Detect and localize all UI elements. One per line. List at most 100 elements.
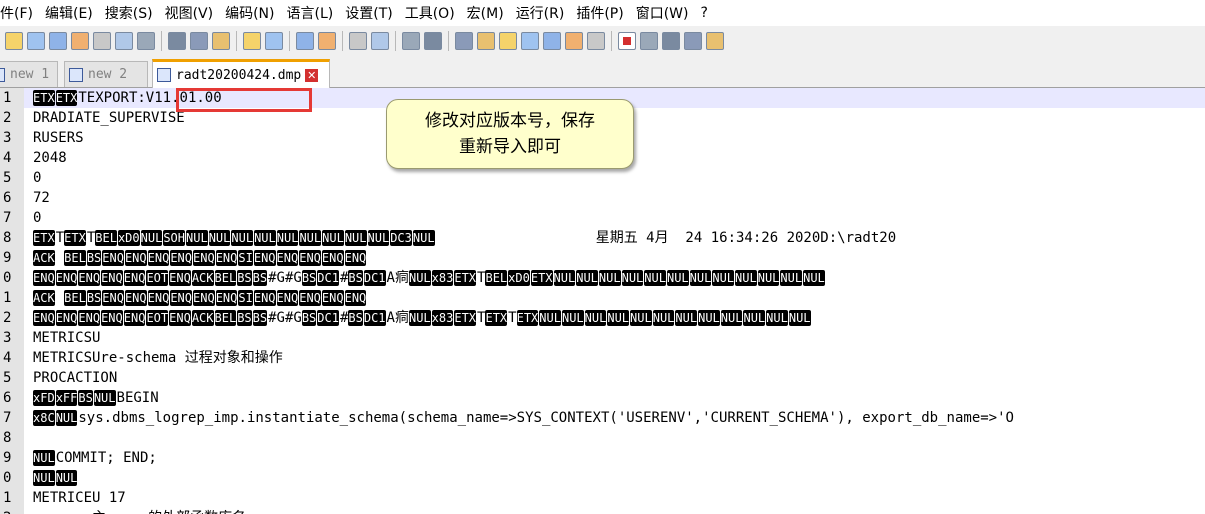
line-number: 4	[0, 148, 24, 168]
control-char-badge: ACK	[33, 290, 55, 306]
undo-icon[interactable]	[243, 32, 261, 50]
line-text: ACK BELBSENQENQENQENQENQENQSIENQENQENQEN…	[33, 288, 367, 308]
line-number: 2	[0, 108, 24, 128]
control-char-badge: NUL	[408, 270, 431, 286]
control-char-badge: NUL	[644, 270, 666, 286]
control-char-badge: ENQ	[78, 270, 101, 286]
editor-line[interactable]: 2 ENQENQENQENQENQEOTENQACKBELBSBS#G#GBSDC…	[0, 308, 1205, 328]
control-char-badge: ENQ	[193, 290, 215, 306]
line-number: 3	[0, 128, 24, 148]
text-segment: 2048	[33, 150, 67, 166]
editor-line[interactable]: 4 METRICSUre-schema 过程对象和操作	[0, 348, 1205, 368]
zoom-in-icon[interactable]	[349, 32, 367, 50]
print-icon[interactable]	[137, 32, 155, 50]
line-text: 2048	[33, 148, 67, 168]
document-map-icon[interactable]	[521, 32, 539, 50]
open-file-icon[interactable]	[27, 32, 45, 50]
control-char-badge: ETX	[454, 270, 477, 286]
indent-guide-icon[interactable]	[499, 32, 517, 50]
line-text: 0	[33, 208, 41, 228]
save-icon[interactable]	[49, 32, 67, 50]
sync-horizontal-icon[interactable]	[424, 32, 442, 50]
line-text: 主 的外部函数库名	[33, 508, 246, 514]
editor-line[interactable]: 6 72	[0, 188, 1205, 208]
menu-item[interactable]: 设置(T)	[339, 3, 398, 23]
new-file-icon[interactable]	[5, 32, 23, 50]
toolbar-separator	[395, 31, 396, 51]
folder-workspace-icon[interactable]	[565, 32, 583, 50]
word-wrap-icon[interactable]	[455, 32, 473, 50]
menu-item[interactable]: 运行(R)	[510, 3, 571, 23]
control-char-badge: ENQ	[299, 250, 321, 266]
editor-line[interactable]: 50	[0, 168, 1205, 188]
editor-line[interactable]: 5 PROCACTION	[0, 368, 1205, 388]
menu-item[interactable]: 语言(L)	[281, 3, 340, 23]
close-all-icon[interactable]	[115, 32, 133, 50]
run-macro-multiple-icon[interactable]	[684, 32, 702, 50]
save-all-icon[interactable]	[71, 32, 89, 50]
tab-bar: new 1 new 2 radt20200424.dmp ✕	[0, 56, 1205, 88]
control-char-badge: ACK	[191, 270, 214, 286]
text-segment: COMMIT; END;	[55, 450, 157, 466]
control-char-badge: NUL	[766, 310, 788, 326]
editor-line[interactable]: 2 主 的外部函数库名	[0, 508, 1205, 514]
control-char-badge: NUL	[412, 230, 435, 246]
control-char-badge: ETX	[516, 310, 539, 326]
menu-item[interactable]: 宏(M)	[461, 3, 510, 23]
tab-radt-dmp[interactable]: radt20200424.dmp ✕	[152, 59, 330, 88]
cut-icon[interactable]	[168, 32, 186, 50]
replace-icon[interactable]	[318, 32, 336, 50]
editor-line[interactable]: 7 x8CNULsys.dbms_logrep_imp.instantiate_s…	[0, 408, 1205, 428]
editor-line[interactable]: 1 ACK BELBSENQENQENQENQENQENQSIENQENQENQE…	[0, 288, 1205, 308]
menu-item[interactable]: 窗口(W)	[630, 3, 695, 23]
control-char-badge: DC1	[363, 310, 386, 326]
tab-new-2[interactable]: new 2	[64, 61, 148, 87]
copy-icon[interactable]	[190, 32, 208, 50]
menu-item[interactable]: 视图(V)	[159, 3, 220, 23]
menu-item[interactable]: 编码(N)	[219, 3, 280, 23]
control-char-badge: x8C	[33, 410, 55, 426]
menu-item[interactable]: 搜索(S)	[99, 3, 159, 23]
editor-line[interactable]: 8	[0, 428, 1205, 448]
find-icon[interactable]	[296, 32, 314, 50]
menu-item[interactable]: 插件(P)	[570, 3, 629, 23]
control-char-badge: NUL	[561, 310, 584, 326]
menu-item[interactable]: 件(F)	[0, 3, 39, 23]
editor-line[interactable]: 3 METRICSU	[0, 328, 1205, 348]
record-macro-icon[interactable]	[618, 32, 636, 50]
menu-item[interactable]: 编辑(E)	[39, 3, 99, 23]
control-char-badge: xD0	[117, 230, 140, 246]
text-segment: #G#G	[268, 270, 302, 286]
function-list-icon[interactable]	[543, 32, 561, 50]
paste-icon[interactable]	[212, 32, 230, 50]
editor-line[interactable]: 8 ETXTETXTBELxD0NULSOHNULNULNULNULNULNULN…	[0, 228, 1205, 248]
line-number: 9	[0, 448, 24, 468]
menu-item[interactable]: 工具(O)	[399, 3, 461, 23]
sync-vertical-icon[interactable]	[402, 32, 420, 50]
save-macro-icon[interactable]	[706, 32, 724, 50]
control-char-badge: ETX	[485, 310, 508, 326]
close-tab-icon[interactable]: ✕	[305, 68, 319, 82]
editor-line[interactable]: 70	[0, 208, 1205, 228]
line-text: xFDxFFBSNULBEGIN	[33, 388, 159, 408]
editor-line[interactable]: 9 NULCOMMIT; END;	[0, 448, 1205, 468]
control-char-badge: EOT	[146, 310, 169, 326]
line-number: 6	[0, 388, 24, 408]
control-char-badge: BS	[348, 310, 363, 326]
control-char-badge: DC3	[390, 230, 412, 246]
editor-line[interactable]: 0 NULNUL	[0, 468, 1205, 488]
editor-line[interactable]: 9 ACK BELBSENQENQENQENQENQENQSIENQENQENQE…	[0, 248, 1205, 268]
editor-line[interactable]: 6 xFDxFFBSNULBEGIN	[0, 388, 1205, 408]
menu-item[interactable]: ?	[695, 5, 714, 21]
close-icon[interactable]	[93, 32, 111, 50]
editor-line[interactable]: 1 METRICEU 17	[0, 488, 1205, 508]
monitor-icon[interactable]	[587, 32, 605, 50]
play-macro-icon[interactable]	[662, 32, 680, 50]
show-all-chars-icon[interactable]	[477, 32, 495, 50]
redo-icon[interactable]	[265, 32, 283, 50]
stop-macro-icon[interactable]	[640, 32, 658, 50]
tab-new-1[interactable]: new 1	[0, 61, 58, 87]
zoom-out-icon[interactable]	[371, 32, 389, 50]
editor-line[interactable]: 0 ENQENQENQENQENQEOTENQACKBELBSBS#G#GBSDC…	[0, 268, 1205, 288]
control-char-badge: NUL	[208, 230, 231, 246]
